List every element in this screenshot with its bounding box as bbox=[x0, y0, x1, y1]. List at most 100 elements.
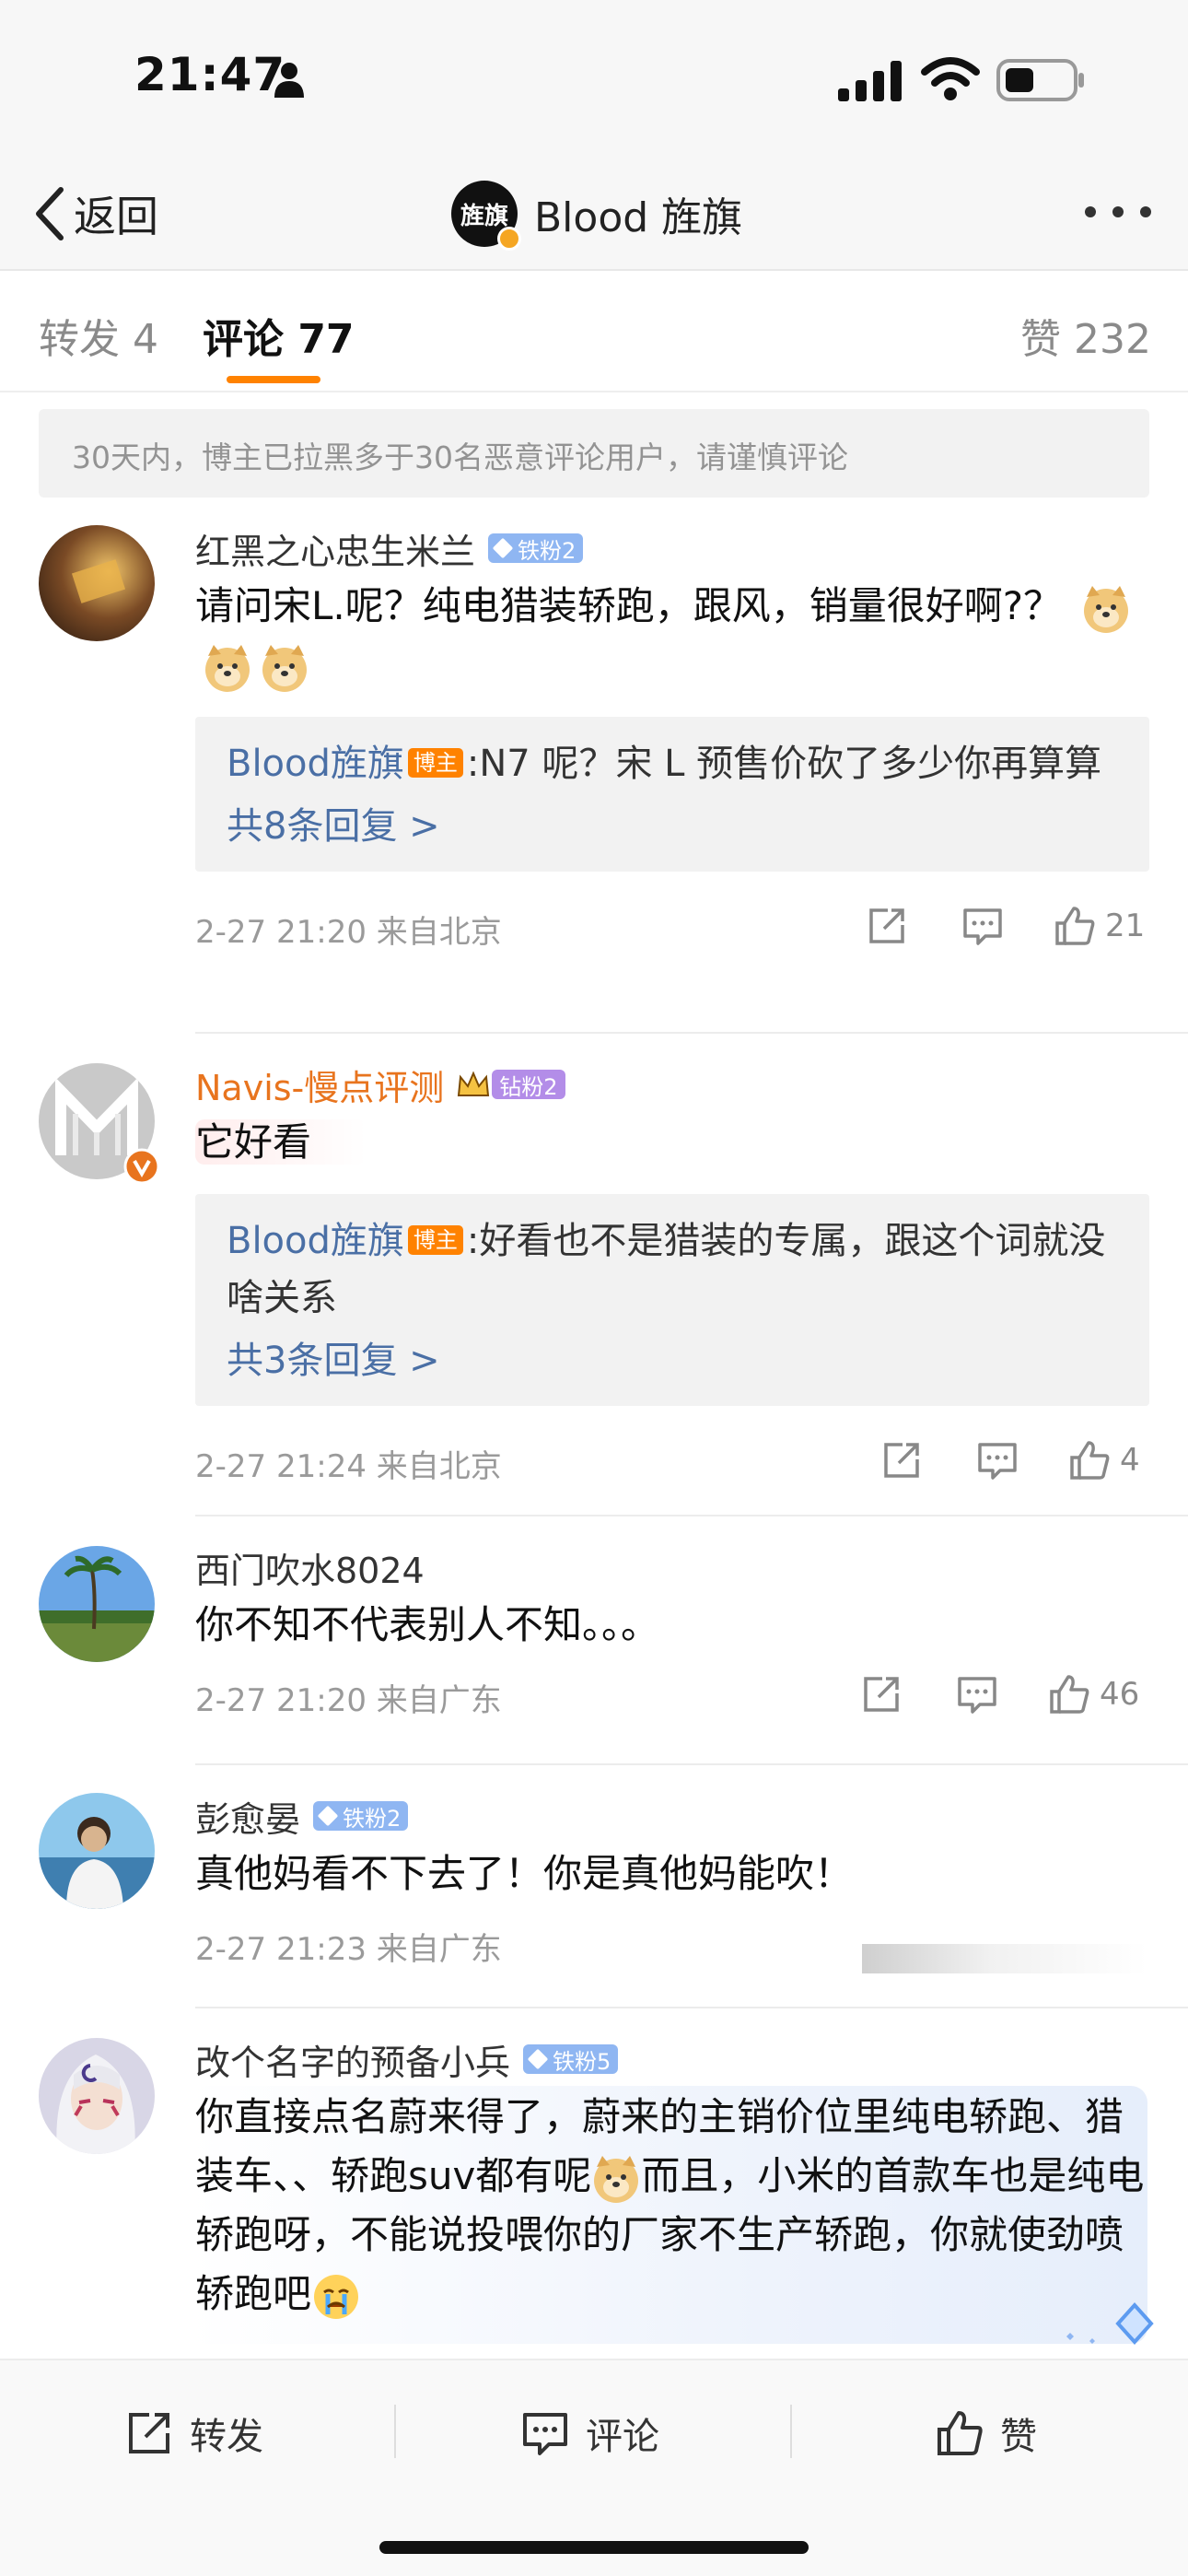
active-tab-indicator bbox=[227, 376, 320, 383]
comment-text: 你直接点名蔚来得了，蔚来的主销价位里纯电轿跑、猎装车、、轿跑suv都有呢 而且，小… bbox=[195, 2088, 1153, 2324]
tab-likes[interactable]: 赞 232 bbox=[1020, 306, 1151, 365]
comment-text: 真他妈看不下去了！你是真他妈能吹！ bbox=[195, 1844, 1153, 1903]
like-count: 21 bbox=[1105, 907, 1146, 944]
status-bar: 21:47 bbox=[0, 0, 1188, 157]
reply-preview[interactable]: Blood旌旗 博主:N7 呢？宋 L 预售价砍了多少你再算算 共8条回复 > bbox=[195, 717, 1149, 872]
avatar-image bbox=[39, 525, 155, 641]
comment-username[interactable]: 改个名字的预备小兵 铁粉5 bbox=[195, 2036, 1153, 2083]
username-text: 西门吹水8024 bbox=[195, 1550, 425, 1591]
like-label: 赞 bbox=[1000, 2416, 1037, 2458]
avatar[interactable] bbox=[39, 1546, 155, 1662]
divider bbox=[195, 2007, 1188, 2008]
like-count: 46 bbox=[1100, 1676, 1140, 1713]
cellular-signal-icon bbox=[838, 61, 902, 101]
comment-text-content: 请问宋L.呢？纯电猎装轿跑，跟风，销量很好啊?？ bbox=[195, 583, 1063, 628]
badge-label: 钻粉2 bbox=[499, 1073, 558, 1100]
comment-username[interactable]: 西门吹水8024 bbox=[195, 1544, 1153, 1591]
owner-badge: 博主 bbox=[407, 748, 463, 778]
avatar[interactable] bbox=[39, 1063, 160, 1185]
like-post-button[interactable]: 赞 bbox=[936, 2401, 1037, 2465]
thumbs-up-icon bbox=[1055, 907, 1095, 945]
back-button[interactable]: 返回 bbox=[33, 181, 158, 247]
verified-badge-icon bbox=[497, 227, 521, 251]
comment-label: 评论 bbox=[586, 2416, 659, 2458]
thumbs-up-icon bbox=[1050, 1675, 1089, 1714]
comment-username[interactable]: Navis-慢点评测 钻粉2 bbox=[195, 1061, 1153, 1108]
crying-emoji-icon bbox=[314, 2274, 359, 2319]
share-button[interactable] bbox=[880, 1437, 923, 1483]
nav-profile[interactable]: 旌旗 Blood 旌旗 bbox=[451, 175, 742, 252]
thumbs-up-icon bbox=[938, 2411, 983, 2455]
reply-text: :N7 呢？宋 L 预售价砍了多少你再算算 bbox=[466, 743, 1102, 785]
comment-text: 请问宋L.呢？纯电猎装轿跑，跟风，销量很好啊?？ bbox=[195, 577, 1153, 695]
separator bbox=[394, 2405, 396, 2458]
dot-icon bbox=[1085, 206, 1096, 217]
thumbs-up-icon bbox=[1070, 1441, 1110, 1480]
like-button[interactable]: 46 bbox=[1048, 1671, 1139, 1717]
avatar[interactable] bbox=[39, 2038, 155, 2154]
doge-emoji-icon bbox=[205, 644, 250, 692]
share-button[interactable] bbox=[860, 1671, 903, 1717]
comment-time-location: 2-27 21:20 来自北京 bbox=[195, 914, 502, 951]
reply-author[interactable]: Blood旌旗 bbox=[227, 1220, 404, 1262]
comment-time-location: 2-27 21:23 来自广东 bbox=[195, 1931, 502, 1968]
page-title: Blood 旌旗 bbox=[534, 194, 743, 241]
diamond-sparkle-icon bbox=[1066, 2302, 1154, 2345]
gem-icon bbox=[527, 2048, 549, 2070]
repost-button[interactable]: 转发 bbox=[125, 2401, 263, 2465]
avatar-image bbox=[39, 1546, 155, 1662]
gem-icon bbox=[492, 537, 514, 559]
share-icon bbox=[864, 1677, 899, 1712]
doge-emoji-icon bbox=[1084, 585, 1129, 633]
fan-badge: 钻粉2 bbox=[492, 1070, 565, 1100]
avatar-text: 旌旗 bbox=[460, 202, 508, 230]
reply-author[interactable]: Blood旌旗 bbox=[227, 743, 404, 785]
separator bbox=[790, 2405, 792, 2458]
comment-icon bbox=[963, 908, 1002, 945]
owner-badge: 博主 bbox=[407, 1225, 463, 1255]
view-replies-link[interactable]: 共8条回复 > bbox=[227, 802, 1118, 851]
comment-time-location: 2-27 21:20 来自广东 bbox=[195, 1682, 502, 1719]
share-icon bbox=[129, 2413, 169, 2453]
wifi-icon bbox=[921, 57, 980, 100]
view-replies-link[interactable]: 共3条回复 > bbox=[227, 1336, 1118, 1386]
fan-badge: 铁粉2 bbox=[313, 1801, 409, 1832]
gem-icon bbox=[317, 1805, 339, 1827]
person-icon bbox=[274, 63, 304, 98]
username-text: 彭愈晏 bbox=[195, 1798, 301, 1840]
reply-preview[interactable]: Blood旌旗 博主:好看也不是猎装的专属，跟这个词就没啥关系 共3条回复 > bbox=[195, 1194, 1149, 1406]
share-button[interactable] bbox=[866, 903, 908, 949]
profile-avatar[interactable]: 旌旗 bbox=[451, 181, 521, 251]
comment-button[interactable]: 评论 bbox=[521, 2401, 659, 2465]
avatar[interactable] bbox=[39, 1793, 155, 1909]
comment-text-content: 你不知不代表别人不知。。。 bbox=[195, 1602, 660, 1647]
comment-notice: 30天内，博主已拉黑多于30名恶意评论用户，请谨慎评论 bbox=[39, 409, 1149, 498]
fan-badge: 铁粉2 bbox=[488, 533, 584, 564]
username-text: Navis-慢点评测 bbox=[195, 1067, 445, 1108]
divider bbox=[195, 1515, 1188, 1516]
like-button[interactable]: 21 bbox=[1054, 903, 1145, 949]
avatar-image bbox=[39, 1793, 155, 1909]
status-time: 21:47 bbox=[134, 48, 286, 101]
home-indicator[interactable] bbox=[379, 2541, 809, 2554]
tab-repost[interactable]: 转发 4 bbox=[39, 306, 158, 365]
tab-comments[interactable]: 评论 77 bbox=[203, 306, 355, 365]
comment-text-content: 它好看 bbox=[195, 1119, 367, 1165]
crown-icon bbox=[458, 1071, 490, 1096]
reply-button[interactable] bbox=[961, 903, 1004, 949]
username-text: 红黑之心忠生米兰 bbox=[195, 531, 476, 572]
divider bbox=[195, 1763, 1188, 1765]
comment-meta: 2-27 21:20 来自广东 46 bbox=[195, 1668, 1153, 1723]
comment-icon bbox=[523, 2413, 567, 2455]
comment-username[interactable]: 彭愈晏 铁粉2 bbox=[195, 1793, 1153, 1840]
avatar[interactable] bbox=[39, 525, 155, 641]
comment-username[interactable]: 红黑之心忠生米兰 铁粉2 bbox=[195, 525, 1153, 572]
comment-meta: 2-27 21:24 来自北京 4 bbox=[195, 1434, 1153, 1489]
reply-button[interactable] bbox=[956, 1671, 998, 1717]
battery-icon bbox=[996, 59, 1084, 101]
reply-button[interactable] bbox=[976, 1437, 1019, 1483]
more-options-button[interactable] bbox=[1085, 201, 1151, 223]
nav-bar: 返回 旌旗 Blood 旌旗 bbox=[0, 157, 1188, 271]
fan-badge: 铁粉5 bbox=[523, 2044, 619, 2075]
like-button[interactable]: 4 bbox=[1068, 1437, 1140, 1483]
